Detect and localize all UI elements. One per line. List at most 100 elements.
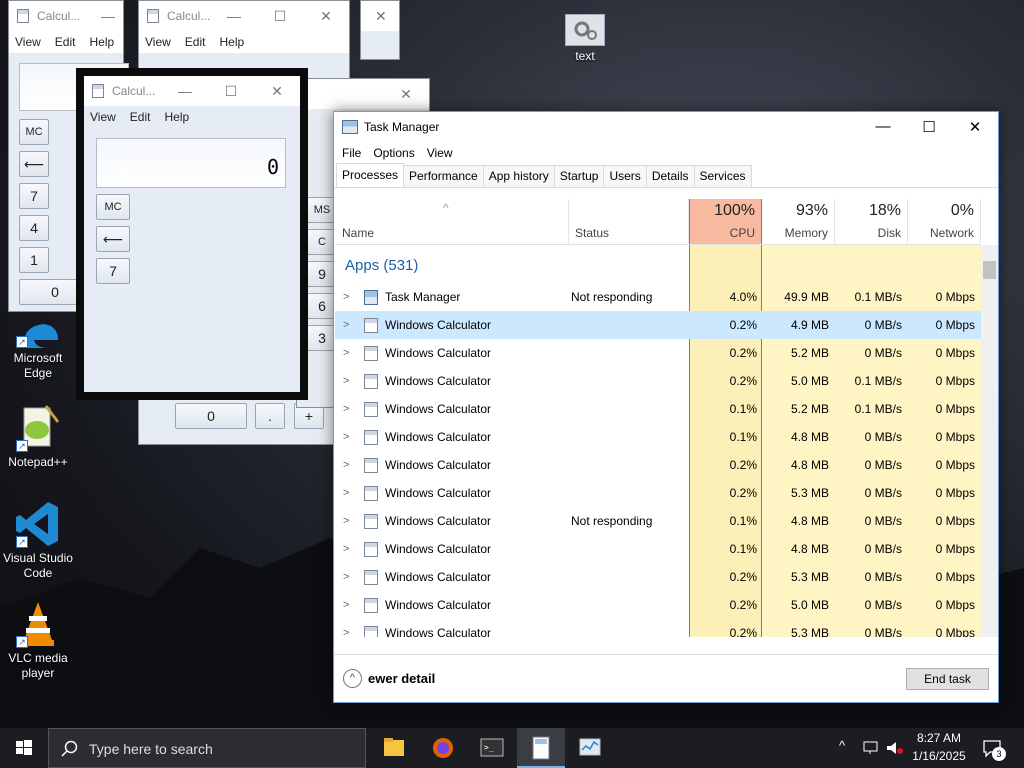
process-row[interactable]: > Windows Calculator 0.2% 5.2 MB 0 MB/s 0 Mbp… [335,339,981,367]
tab-performance[interactable]: Performance [403,165,484,187]
fewer-details-link[interactable]: ewer detail [368,671,435,686]
start-button[interactable] [0,728,48,768]
expand-chevron-icon[interactable]: > [343,507,349,535]
close-icon[interactable]: ✕ [303,8,349,25]
key-1[interactable]: 1 [19,247,49,273]
clock-date[interactable]: 1/16/2025 [912,749,966,763]
menu-help[interactable]: Help [164,110,189,124]
vertical-scrollbar[interactable] [981,245,998,637]
process-row[interactable]: > Windows Calculator Not responding 0.1% 4.8… [335,507,981,535]
taskbar-calculator[interactable] [517,728,565,768]
column-header-memory[interactable]: 93% Memory [762,199,835,245]
taskbar-task-manager[interactable] [566,728,614,768]
expand-chevron-icon[interactable]: > [343,619,349,637]
tab-users[interactable]: Users [603,165,647,187]
expand-chevron-icon[interactable]: > [343,283,349,311]
minimize-icon[interactable]: — [211,8,257,25]
process-row[interactable]: > Windows Calculator 0.1% 5.2 MB 0.1 MB/s 0 M… [335,395,981,423]
tab-services[interactable]: Services [693,165,752,187]
tray-overflow-chevron-icon[interactable]: ^ [839,738,845,753]
menu-file[interactable]: File [342,146,361,160]
scrollbar-thumb[interactable] [983,261,996,279]
expand-chevron-icon[interactable]: > [343,395,349,423]
process-row[interactable]: > Task Manager Not responding 4.0% 49.9 MB 0.… [335,283,981,311]
tab-startup[interactable]: Startup [553,165,605,187]
key-backspace[interactable]: ⟵ [96,226,130,252]
menu-options[interactable]: Options [373,146,414,160]
search-box[interactable]: Type here to search [48,728,366,768]
key-dot[interactable]: . [255,403,285,429]
calculator-window-front[interactable]: Calcul... — ☐ ✕ View Edit Help 0 MC ⟵ 7 [76,68,308,400]
expand-chevron-icon[interactable]: > [343,451,349,479]
key-0[interactable]: 0 [175,403,247,429]
process-row[interactable]: > Windows Calculator 0.2% 5.3 MB 0 MB/s 0 Mbp… [335,619,981,637]
fewer-details-icon[interactable]: ^ [343,669,362,688]
menu-help[interactable]: Help [219,35,244,49]
column-header-status[interactable]: Status [569,199,689,245]
minimize-icon[interactable]: — [162,83,208,100]
column-header-name[interactable]: ^ Name [335,199,569,245]
desktop-icon-text[interactable]: text [549,14,621,64]
tab-processes[interactable]: Processes [336,163,405,187]
maximize-button[interactable]: ☐ [906,118,952,136]
expand-chevron-icon[interactable]: > [343,311,349,339]
process-row[interactable]: > Windows Calculator 0.1% 4.8 MB 0 MB/s 0 Mbp… [335,535,981,563]
expand-chevron-icon[interactable]: > [343,535,349,563]
process-row[interactable]: > Windows Calculator 0.2% 4.8 MB 0 MB/s 0 Mbp… [335,451,981,479]
menu-edit[interactable]: Edit [130,110,151,124]
menu-view[interactable]: View [145,35,171,49]
expand-chevron-icon[interactable]: > [343,367,349,395]
menu-edit[interactable]: Edit [55,35,76,49]
menu-view[interactable]: View [15,35,41,49]
clock-time[interactable]: 8:27 AM [912,731,966,745]
key-mc[interactable]: MC [96,194,130,220]
process-row[interactable]: > Windows Calculator 0.2% 4.9 MB 0 MB/s 0 Mbp… [335,311,981,339]
maximize-icon[interactable]: ☐ [257,8,303,25]
volume-muted-icon[interactable] [885,739,905,757]
column-header-disk[interactable]: 18% Disk [835,199,908,245]
taskbar-firefox[interactable] [419,728,467,768]
minimize-button[interactable]: — [860,118,906,136]
taskbar-file-explorer[interactable] [370,728,418,768]
desktop-icon-edge[interactable]: ↗ Microsoft Edge [2,318,74,381]
key-7[interactable]: 7 [96,258,130,284]
menu-help[interactable]: Help [89,35,114,49]
key-4[interactable]: 4 [19,215,49,241]
maximize-icon[interactable]: ☐ [208,83,254,100]
expand-chevron-icon[interactable]: > [343,423,349,451]
network-icon[interactable] [862,739,880,757]
key-mc[interactable]: MC [19,119,49,145]
process-row[interactable]: > Windows Calculator 0.2% 5.3 MB 0 MB/s 0 Mbp… [335,563,981,591]
taskbar-terminal[interactable]: >_ [468,728,516,768]
column-header-network[interactable]: 0% Network [908,199,981,245]
menu-view[interactable]: View [427,146,453,160]
key-backspace[interactable]: ⟵ [19,151,49,177]
minimize-icon[interactable]: — [93,8,123,24]
close-icon[interactable]: ✕ [383,86,429,103]
process-row[interactable]: > Windows Calculator 0.1% 4.8 MB 0 MB/s 0 Mbp… [335,423,981,451]
process-row[interactable]: > Windows Calculator 0.2% 5.0 MB 0.1 MB/s 0 M… [335,367,981,395]
close-icon[interactable]: ✕ [254,83,300,100]
desktop-icon-notepadpp[interactable]: ↗ Notepad++ [2,404,74,470]
expand-chevron-icon[interactable]: > [343,339,349,367]
desktop-icon-vlc[interactable]: ↗ VLC media player [2,600,74,681]
end-task-button[interactable]: End task [906,668,989,690]
column-header-cpu[interactable]: 100% CPU [689,199,762,245]
expand-chevron-icon[interactable]: > [343,479,349,507]
close-button[interactable]: ✕ [952,118,998,136]
process-row[interactable]: > Windows Calculator 0.2% 5.3 MB 0 MB/s 0 Mbp… [335,479,981,507]
tab-details[interactable]: Details [645,165,695,187]
process-row[interactable]: > Windows Calculator 0.2% 5.0 MB 0 MB/s 0 Mbp… [335,591,981,619]
task-manager-window[interactable]: Task Manager — ☐ ✕ File Options View Pro… [333,111,999,703]
tab-app-history[interactable]: App history [482,165,555,187]
expand-chevron-icon[interactable]: > [343,591,349,619]
menu-view[interactable]: View [90,110,116,124]
title-bar[interactable]: Task Manager — ☐ ✕ [334,112,998,142]
desktop-icon-vscode[interactable]: ↗ Visual Studio Code [2,500,74,581]
key-7[interactable]: 7 [19,183,49,209]
menu-edit[interactable]: Edit [185,35,206,49]
expand-chevron-icon[interactable]: > [343,563,349,591]
calculator-window-background[interactable]: ✕ [360,0,400,60]
group-header-apps[interactable]: Apps (531) [345,257,418,274]
close-icon[interactable]: ✕ [375,8,387,25]
